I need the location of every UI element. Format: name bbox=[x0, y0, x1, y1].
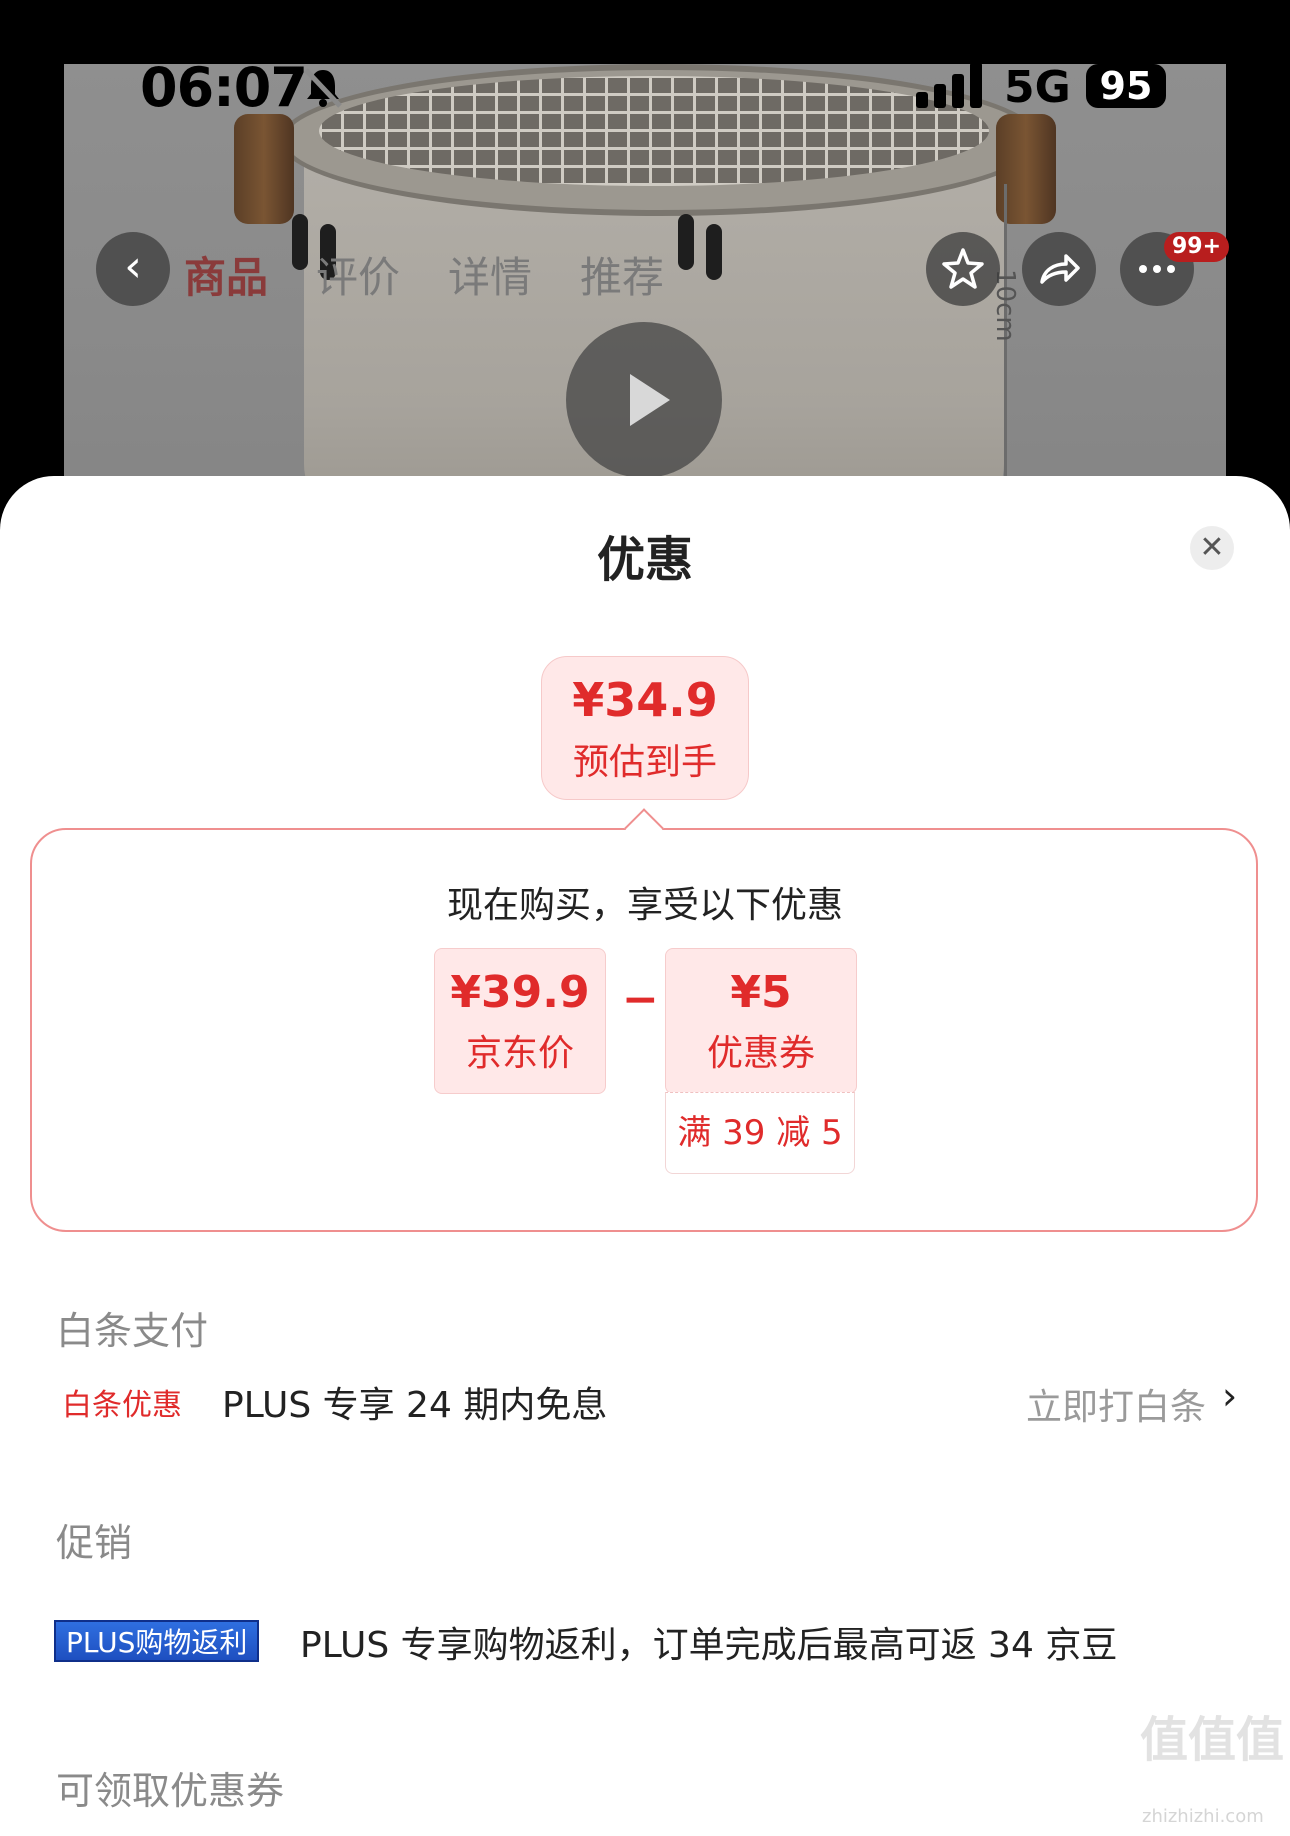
tab-recommend[interactable]: 推荐 bbox=[580, 244, 664, 305]
coupon-condition: 满 39 减 5 bbox=[665, 1092, 855, 1174]
pot-vent bbox=[292, 214, 308, 270]
tab-details[interactable]: 详情 bbox=[448, 244, 532, 305]
close-icon: ✕ bbox=[1199, 530, 1225, 565]
estimated-price-badge: ¥34.9 预估到手 bbox=[541, 656, 749, 800]
coupon-amount: ¥5 bbox=[730, 967, 792, 1018]
minus-sign: − bbox=[622, 974, 659, 1025]
share-icon bbox=[1040, 254, 1080, 284]
notification-badge: 99+ bbox=[1164, 232, 1230, 262]
status-time: 06:07 bbox=[140, 56, 308, 119]
promotion-sheet: 优惠 ✕ ¥34.9 预估到手 现在购买，享受以下优惠 ¥39.9 京东价 − … bbox=[0, 476, 1290, 1836]
promo-text: PLUS 专享购物返利，订单完成后最高可返 34 京豆 bbox=[300, 1625, 1118, 1666]
chevron-right-icon: › bbox=[1222, 1374, 1238, 1418]
coupon-label: 优惠券 bbox=[706, 1033, 815, 1074]
watermark-url: zhizhizhi.com bbox=[1142, 1806, 1264, 1827]
estimated-price: ¥34.9 bbox=[572, 673, 718, 727]
jd-price-card: ¥39.9 京东价 bbox=[434, 948, 606, 1094]
play-video-button[interactable] bbox=[566, 322, 722, 478]
sheet-title: 优惠 bbox=[596, 532, 693, 588]
pot-handle-left bbox=[234, 114, 294, 224]
baitiao-text: PLUS 专享 24 期内免息 bbox=[222, 1385, 608, 1426]
share-button[interactable] bbox=[1022, 232, 1096, 306]
estimated-price-label: 预估到手 bbox=[572, 742, 717, 783]
signal-icon bbox=[916, 62, 982, 108]
star-icon bbox=[942, 248, 984, 289]
pot-vent bbox=[678, 214, 694, 270]
baitiao-section-title: 白条支付 bbox=[56, 1309, 209, 1353]
promo-section-title: 促销 bbox=[56, 1521, 133, 1565]
pot-grill bbox=[319, 76, 989, 186]
tab-reviews[interactable]: 评价 bbox=[316, 244, 400, 305]
plus-rebate-tag: PLUS购物返利 bbox=[54, 1620, 260, 1662]
bell-muted-icon bbox=[304, 68, 342, 108]
network-label: 5G bbox=[1004, 62, 1071, 113]
favorite-button[interactable] bbox=[926, 232, 1000, 306]
battery-indicator: 95 bbox=[1086, 64, 1166, 108]
chevron-left-icon: ‹ bbox=[124, 241, 142, 292]
back-button[interactable]: ‹ bbox=[96, 232, 170, 306]
baitiao-action-link[interactable]: 立即打白条 bbox=[1026, 1378, 1206, 1430]
coupon-card: ¥5 优惠券 bbox=[665, 948, 857, 1094]
tab-product[interactable]: 商品 bbox=[184, 244, 268, 305]
measure-line bbox=[1004, 184, 1007, 514]
coupons-section-title: 可领取优惠券 bbox=[56, 1769, 285, 1813]
jd-price-label: 京东价 bbox=[465, 1033, 574, 1074]
watermark-logo: 值值值 bbox=[1140, 1712, 1285, 1768]
jd-price: ¥39.9 bbox=[450, 967, 590, 1018]
baitiao-tag: 白条优惠 bbox=[62, 1388, 182, 1423]
close-button[interactable]: ✕ bbox=[1190, 526, 1234, 570]
play-icon bbox=[630, 374, 670, 426]
pot-vent bbox=[706, 224, 722, 280]
offer-heading: 现在购买，享受以下优惠 bbox=[446, 885, 843, 926]
